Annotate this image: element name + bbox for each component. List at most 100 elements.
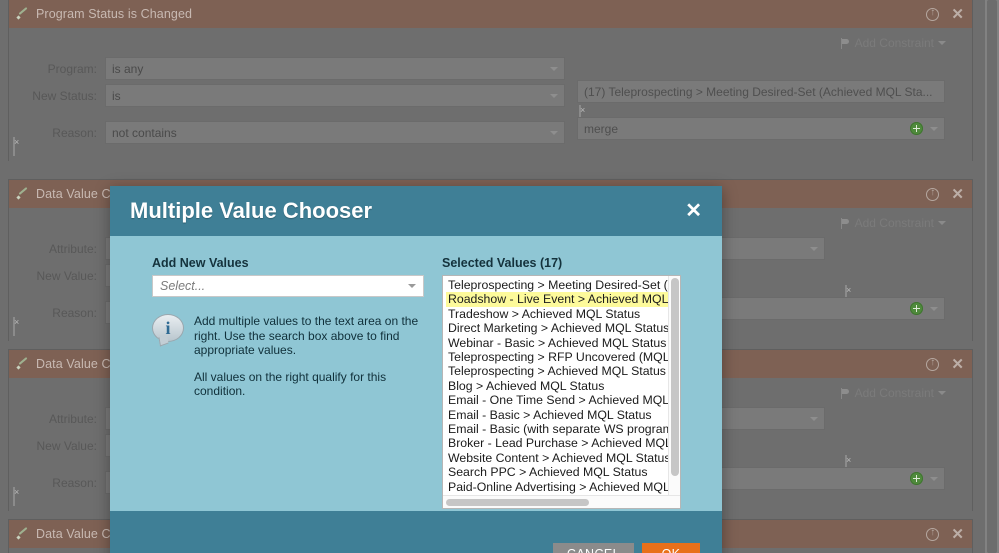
circle-up-icon[interactable] xyxy=(926,6,940,21)
program-select[interactable]: is any xyxy=(105,57,565,80)
panel-header-icons: ✕ xyxy=(926,526,964,542)
page-scrollbar-thumb[interactable] xyxy=(987,0,997,553)
panel-header-icons: ✕ xyxy=(926,356,964,372)
add-constraint-label: Add Constraint xyxy=(854,36,934,50)
chevron-down-icon xyxy=(930,476,938,481)
pencil-icon xyxy=(17,188,29,200)
info-block: i Add multiple values to the text area o… xyxy=(152,314,440,399)
reason-select-value: not contains xyxy=(112,125,177,140)
info-text: Add multiple values to the text area on … xyxy=(194,314,440,399)
chevron-down-icon xyxy=(930,306,938,311)
listbox-vertical-thumb[interactable] xyxy=(671,278,679,476)
list-item[interactable]: Email - One Time Send > Achieved MQL Sta… xyxy=(446,393,668,407)
panel-title: Program Status is Changed xyxy=(36,7,193,21)
selected-values-label: Selected Values (17) xyxy=(442,256,563,270)
add-icon[interactable] xyxy=(910,302,923,315)
list-item[interactable]: Email - Basic (with separate WS program)… xyxy=(446,422,668,436)
close-icon[interactable]: ✕ xyxy=(951,527,964,542)
chevron-down-icon xyxy=(938,391,946,395)
listbox-horizontal-scrollbar[interactable] xyxy=(443,495,680,508)
chevron-down-icon xyxy=(550,66,558,71)
close-icon[interactable]: ✕ xyxy=(951,357,964,372)
field-label: New Status: xyxy=(32,88,97,103)
list-item[interactable]: Tradeshow > Achieved MQL Status xyxy=(446,307,668,321)
field-label: New Value: xyxy=(36,438,97,453)
pencil-icon xyxy=(17,528,29,540)
selected-values-listbox[interactable]: Teleprospecting > Meeting Desired-Set (A… xyxy=(442,275,681,509)
circle-up-icon[interactable] xyxy=(926,356,940,371)
circle-up-icon[interactable] xyxy=(926,526,940,541)
info-icon: i xyxy=(152,314,184,347)
add-icon[interactable] xyxy=(910,472,923,485)
circle-up-icon[interactable] xyxy=(926,186,940,201)
app-root: Program Status is Changed ✕ Add Constrai… xyxy=(0,0,999,553)
field-label: Attribute: xyxy=(48,411,97,426)
list-item[interactable]: Roadshow - Live Event > Achieved MQL Sta… xyxy=(446,292,668,307)
add-constraint-button[interactable]: Add Constraint xyxy=(840,36,946,50)
list-item[interactable]: Teleprospecting > Achieved MQL Status xyxy=(446,364,668,378)
new-status-select-value: is xyxy=(112,88,121,103)
reason-select[interactable]: not contains xyxy=(105,121,565,144)
add-constraint-button[interactable]: Add Constraint xyxy=(840,386,946,400)
list-item[interactable]: Website Content > Achieved MQL Status xyxy=(446,451,668,465)
close-icon[interactable]: ✕ xyxy=(951,7,964,22)
panel-program-status-is-changed: Program Status is Changed ✕ Add Constrai… xyxy=(8,0,973,161)
add-new-values-placeholder: Select... xyxy=(160,279,206,293)
pencil-icon xyxy=(17,358,29,370)
chevron-down-icon xyxy=(938,221,946,225)
list-item[interactable]: Teleprospecting > Meeting Desired-Set (A… xyxy=(446,278,668,292)
listbox-vertical-scrollbar[interactable] xyxy=(668,276,680,495)
form-row: Program: is any xyxy=(9,57,972,80)
close-icon[interactable]: ✕ xyxy=(951,187,964,202)
new-status-value-field[interactable]: (17) Teleprospecting > Meeting Desired-S… xyxy=(577,80,945,103)
chevron-down-icon xyxy=(408,284,416,288)
info-paragraph-1: Add multiple values to the text area on … xyxy=(194,314,419,357)
list-item[interactable]: Email - Basic > Achieved MQL Status xyxy=(446,408,668,422)
new-status-value-text: (17) Teleprospecting > Meeting Desired-S… xyxy=(584,84,933,99)
broken-image-icon xyxy=(13,137,15,156)
chevron-down-icon xyxy=(550,130,558,135)
program-select-value: is any xyxy=(112,61,144,76)
field-label: Reason: xyxy=(52,125,97,140)
panel-header-icons: ✕ xyxy=(926,186,964,202)
add-constraint-button[interactable]: Add Constraint xyxy=(840,216,946,230)
chevron-down-icon xyxy=(810,416,818,421)
chevron-down-icon xyxy=(938,41,946,45)
add-constraint-label: Add Constraint xyxy=(854,216,934,230)
list-item[interactable]: Search PPC > Achieved MQL Status xyxy=(446,465,668,479)
list-item[interactable]: Direct Marketing > Achieved MQL Status xyxy=(446,321,668,335)
chevron-down-icon xyxy=(810,246,818,251)
selected-values-list[interactable]: Teleprospecting > Meeting Desired-Set (A… xyxy=(443,276,668,495)
broken-image-icon xyxy=(13,487,15,506)
panel-header[interactable]: Program Status is Changed ✕ xyxy=(9,0,972,28)
dialog-title: Multiple Value Chooser xyxy=(130,198,373,223)
field-label: Attribute: xyxy=(48,241,97,256)
list-item[interactable]: Blog > Achieved MQL Status xyxy=(446,379,668,393)
new-status-select[interactable]: is xyxy=(105,84,565,107)
close-icon[interactable]: ✕ xyxy=(685,201,702,221)
listbox-horizontal-thumb[interactable] xyxy=(446,499,589,506)
ok-button[interactable]: OK xyxy=(642,543,700,553)
list-item[interactable]: Webinar - Basic > Achieved MQL Status xyxy=(446,336,668,350)
cancel-button[interactable]: CANCEL xyxy=(552,543,634,553)
flag-icon xyxy=(840,387,851,399)
panel-body: Add Constraint Program: is any New Statu… xyxy=(9,28,972,161)
broken-image-icon xyxy=(13,317,15,336)
add-constraint-label: Add Constraint xyxy=(854,386,934,400)
list-item[interactable]: Teleprospecting > RFP Uncovered (MQL) xyxy=(446,350,668,364)
dialog-actions: CANCEL OK xyxy=(552,543,700,553)
add-new-values-label: Add New Values xyxy=(152,256,249,270)
field-label: Program: xyxy=(47,61,97,76)
reason-value-text: merge xyxy=(584,121,619,136)
field-label: New Value: xyxy=(36,268,97,283)
panel-header-icons: ✕ xyxy=(926,6,964,22)
dialog-footer: CANCEL OK xyxy=(110,511,722,553)
info-paragraph-2: All values on the right qualify for this… xyxy=(194,369,387,399)
reason-value-field[interactable]: merge xyxy=(577,117,945,140)
add-icon[interactable] xyxy=(910,122,923,135)
flag-icon xyxy=(840,37,851,49)
list-item[interactable]: Paid-Online Advertising > Achieved MQL S… xyxy=(446,480,668,494)
list-item[interactable]: Broker - Lead Purchase > Achieved MQL St… xyxy=(446,436,668,450)
add-new-values-select[interactable]: Select... xyxy=(152,275,424,297)
page-scrollbar[interactable] xyxy=(985,0,999,553)
